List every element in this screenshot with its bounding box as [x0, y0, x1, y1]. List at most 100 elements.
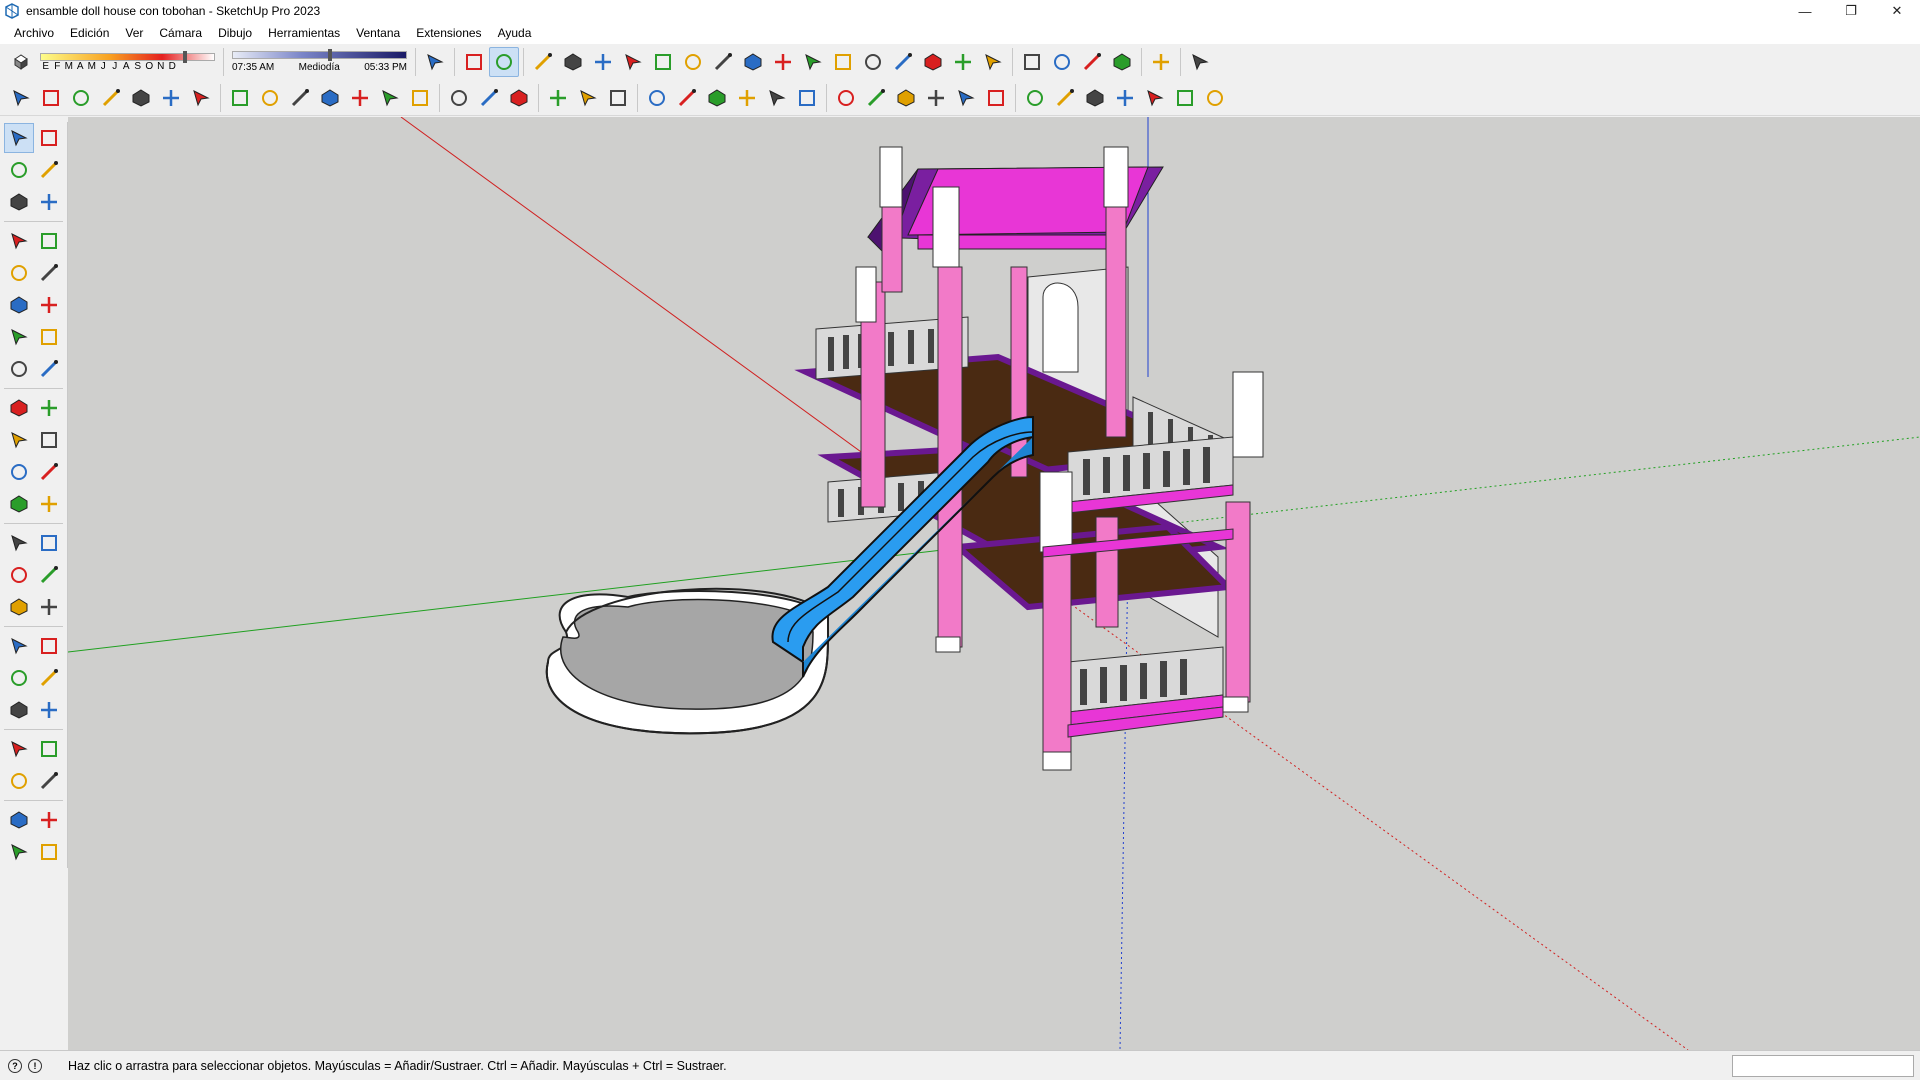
circle-icon[interactable]: [4, 290, 34, 320]
top-icon[interactable]: [255, 83, 285, 113]
geo-icon[interactable]: [891, 83, 921, 113]
film-icon[interactable]: [1170, 83, 1200, 113]
protractor-icon[interactable]: [34, 489, 64, 519]
arc-icon[interactable]: [4, 322, 34, 352]
split-icon[interactable]: [792, 83, 822, 113]
menu-dibujo[interactable]: Dibujo: [210, 23, 260, 43]
frame-icon[interactable]: [1080, 83, 1110, 113]
section-plane-icon[interactable]: [34, 766, 64, 796]
pan-icon[interactable]: [34, 631, 64, 661]
restore-button[interactable]: ❐: [1828, 0, 1874, 22]
scene-icon[interactable]: [951, 83, 981, 113]
rotated-rectangle-icon[interactable]: [34, 258, 64, 288]
help-status-icon[interactable]: ?: [8, 1058, 22, 1073]
ball-pool[interactable]: [545, 587, 829, 735]
add-location-icon[interactable]: [831, 83, 861, 113]
bottom-icon[interactable]: [405, 83, 435, 113]
layers-icon[interactable]: [1077, 47, 1107, 77]
menu-camara[interactable]: Cámara: [151, 23, 210, 43]
minimize-button[interactable]: —: [1782, 0, 1828, 22]
sandbox-icon[interactable]: [4, 805, 34, 835]
time-slider[interactable]: [232, 49, 407, 61]
menu-herramientas[interactable]: Herramientas: [260, 23, 348, 43]
timer-icon[interactable]: [1140, 83, 1170, 113]
menu-ayuda[interactable]: Ayuda: [490, 23, 540, 43]
offset-icon[interactable]: [34, 457, 64, 487]
position-camera-icon[interactable]: [4, 734, 34, 764]
follow-me-icon[interactable]: [34, 425, 64, 455]
3d-text-icon[interactable]: [34, 592, 64, 622]
right-icon[interactable]: [315, 83, 345, 113]
protractor2-icon[interactable]: [4, 560, 34, 590]
back-icon[interactable]: [345, 83, 375, 113]
section-plane-icon[interactable]: [543, 83, 573, 113]
record-icon[interactable]: [1050, 83, 1080, 113]
zoom-icon[interactable]: [4, 663, 34, 693]
shaded-icon[interactable]: [126, 83, 156, 113]
close-button[interactable]: ✕: [1874, 0, 1920, 22]
arc-icon[interactable]: [588, 47, 618, 77]
stop-icon[interactable]: [1110, 83, 1140, 113]
look-around-icon[interactable]: [4, 766, 34, 796]
play-icon[interactable]: [1020, 83, 1050, 113]
left-icon[interactable]: [375, 83, 405, 113]
pencil-icon[interactable]: [558, 47, 588, 77]
account-icon[interactable]: [1146, 47, 1176, 77]
eraser-icon[interactable]: [528, 47, 558, 77]
back-edges-icon[interactable]: [36, 83, 66, 113]
menu-extensiones[interactable]: Extensiones: [408, 23, 489, 43]
rotate-icon[interactable]: [738, 47, 768, 77]
menu-ventana[interactable]: Ventana: [348, 23, 408, 43]
menu-archivo[interactable]: Archivo: [6, 23, 62, 43]
tape-measure-icon[interactable]: [4, 528, 34, 558]
warehouse-icon[interactable]: [1017, 47, 1047, 77]
offset-icon[interactable]: [798, 47, 828, 77]
menu-ver[interactable]: Ver: [117, 23, 151, 43]
freehand-icon[interactable]: [34, 226, 64, 256]
help-icon[interactable]: [1200, 83, 1230, 113]
layers-icon[interactable]: [4, 837, 34, 867]
iso-icon[interactable]: [225, 83, 255, 113]
subtract-icon[interactable]: [732, 83, 762, 113]
section-cut-icon[interactable]: [603, 83, 633, 113]
paint-bucket-icon[interactable]: [4, 155, 34, 185]
select-icon[interactable]: [489, 47, 519, 77]
wireframe-icon[interactable]: [66, 83, 96, 113]
zoom-extents-icon[interactable]: [978, 47, 1008, 77]
scale-icon[interactable]: [768, 47, 798, 77]
time-slider-knob[interactable]: [328, 49, 333, 61]
xray-icon[interactable]: [6, 83, 36, 113]
polygon-icon[interactable]: [34, 290, 64, 320]
shadows-icon[interactable]: [420, 47, 450, 77]
model-scene[interactable]: [68, 117, 1920, 1050]
scale-icon[interactable]: [4, 457, 34, 487]
move-icon[interactable]: [4, 393, 34, 423]
outer-shell-icon[interactable]: [642, 83, 672, 113]
component-icon[interactable]: [444, 83, 474, 113]
tag-icon[interactable]: [504, 83, 534, 113]
intersect-icon[interactable]: [672, 83, 702, 113]
text-icon[interactable]: [34, 560, 64, 590]
previous-view-icon[interactable]: [34, 695, 64, 725]
photo-texture-icon[interactable]: [861, 83, 891, 113]
shaded-textures-icon[interactable]: [156, 83, 186, 113]
model-info-icon[interactable]: [921, 83, 951, 113]
zoom-extents-icon[interactable]: [4, 695, 34, 725]
walk-icon[interactable]: [34, 734, 64, 764]
zoom-icon[interactable]: [948, 47, 978, 77]
union-icon[interactable]: [702, 83, 732, 113]
model-viewport[interactable]: [68, 117, 1920, 1050]
pie-icon[interactable]: [34, 354, 64, 384]
sandbox-icon[interactable]: [1047, 47, 1077, 77]
three-point-arc-icon[interactable]: [4, 354, 34, 384]
push-pull-icon[interactable]: [34, 393, 64, 423]
search-icon[interactable]: [459, 47, 489, 77]
extension-icon[interactable]: [34, 837, 64, 867]
push-pull-icon[interactable]: [648, 47, 678, 77]
monochrome-icon[interactable]: [186, 83, 216, 113]
outliner-icon[interactable]: [474, 83, 504, 113]
paint-bucket-icon[interactable]: [858, 47, 888, 77]
orbit-icon[interactable]: [888, 47, 918, 77]
measurements-box[interactable]: [1732, 1055, 1914, 1077]
rectangle-icon[interactable]: [618, 47, 648, 77]
